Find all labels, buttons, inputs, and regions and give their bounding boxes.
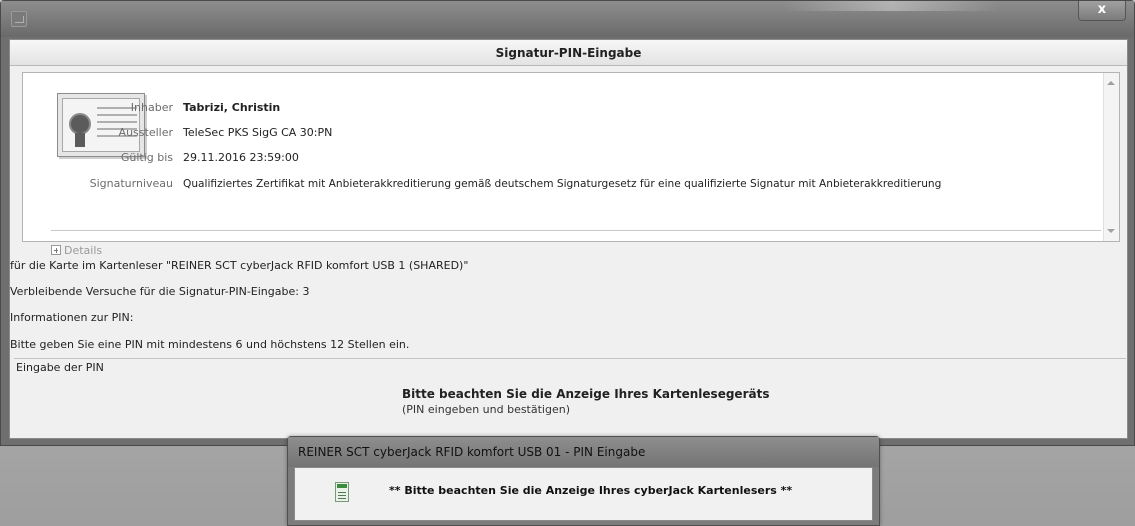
cert-label-signature-level: Signaturniveau xyxy=(89,177,173,190)
window-client-area: Signatur-PIN-Eingabe Inhaber Tabrizi, Ch… xyxy=(9,39,1128,439)
cert-value-signature-level: Qualifiziertes Zertifikat mit Anbieterak… xyxy=(183,178,942,190)
certificate-panel: Inhaber Tabrizi, Christin Aussteller Tel… xyxy=(22,72,1120,257)
card-reader-info: für die Karte im Kartenleser "REINER SCT… xyxy=(10,259,469,272)
dialog-header-title: Signatur-PIN-Eingabe xyxy=(10,40,1127,66)
pin-length-rule: Bitte geben Sie eine PIN mit mindestens … xyxy=(10,338,410,351)
reader-dialog-title: REINER SCT cyberJack RFID komfort USB 01… xyxy=(298,445,646,459)
app-icon[interactable] xyxy=(11,11,27,27)
expand-plus-icon xyxy=(51,245,61,255)
titlebar-highlight xyxy=(781,1,1001,11)
details-expander[interactable]: Details xyxy=(51,243,102,259)
cert-label-valid-until: Gültig bis xyxy=(120,151,173,164)
cert-label-issuer: Aussteller xyxy=(118,126,173,139)
details-label: Details xyxy=(64,244,103,257)
reader-dialog-message: ** Bitte beachten Sie die Anzeige Ihres … xyxy=(389,484,793,497)
cert-value-issuer: TeleSec PKS SigG CA 30:PN xyxy=(183,126,333,139)
pin-hint-title: Bitte beachten Sie die Anzeige Ihres Kar… xyxy=(402,387,770,401)
close-button[interactable]: x xyxy=(1078,1,1126,21)
card-reader-icon xyxy=(335,482,349,502)
reader-dialog-titlebar[interactable]: REINER SCT cyberJack RFID komfort USB 01… xyxy=(288,437,879,467)
cert-label-holder: Inhaber xyxy=(130,101,173,114)
cert-divider xyxy=(51,230,1101,231)
scroll-down-arrow-icon[interactable] xyxy=(1107,229,1115,233)
cert-scrollbar[interactable] xyxy=(1103,73,1119,241)
cert-value-holder: Tabrizi, Christin xyxy=(183,101,281,114)
pin-entry-group: Eingabe der PIN Bitte beachten Sie die A… xyxy=(14,358,1126,436)
reader-dialog-body: ** Bitte beachten Sie die Anzeige Ihres … xyxy=(294,467,873,521)
remaining-attempts: Verbleibende Versuche für die Signatur-P… xyxy=(10,285,310,298)
pin-hint-subtitle: (PIN eingeben und bestätigen) xyxy=(402,403,570,416)
signature-pin-window: x Signatur-PIN-Eingabe Inhaber Tabrizi, … xyxy=(0,0,1135,446)
cert-value-valid-until: 29.11.2016 23:59:00 xyxy=(183,151,299,164)
pin-entry-group-label: Eingabe der PIN xyxy=(16,361,104,374)
window-titlebar[interactable]: x xyxy=(1,1,1134,37)
pin-info-heading: Informationen zur PIN: xyxy=(10,311,134,324)
scroll-up-arrow-icon[interactable] xyxy=(1107,81,1115,85)
card-reader-pin-dialog: REINER SCT cyberJack RFID komfort USB 01… xyxy=(287,436,880,526)
